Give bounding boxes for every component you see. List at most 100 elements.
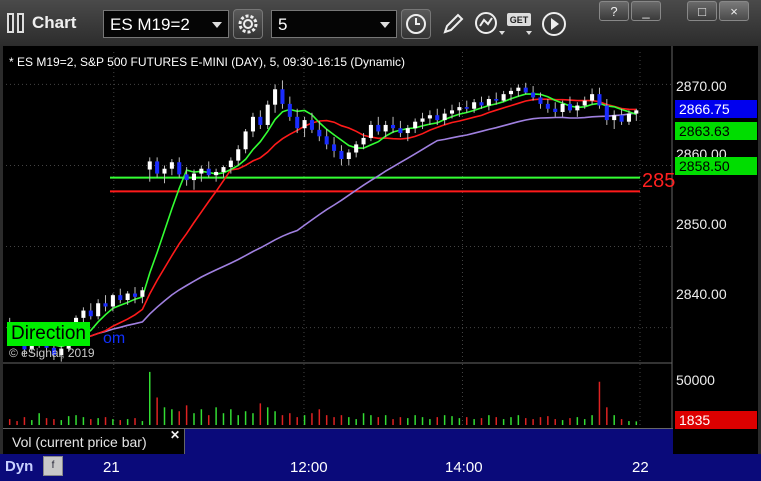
candle (368, 124, 373, 138)
x-tick-label: 12:00 (290, 459, 328, 476)
candle (243, 131, 248, 150)
candle (612, 115, 617, 121)
candle (560, 103, 565, 112)
candle (523, 87, 528, 93)
candle (324, 136, 329, 145)
candle (140, 290, 145, 297)
candle (486, 99, 491, 106)
candle (354, 144, 359, 153)
function-icon[interactable]: f (43, 456, 63, 476)
candle (110, 295, 115, 307)
candle (590, 94, 595, 101)
study-bar (185, 428, 673, 455)
candle (295, 116, 300, 129)
dyn-label[interactable]: Dyn (5, 458, 33, 475)
candle (346, 152, 351, 159)
x-tick-label: 21 (103, 459, 120, 476)
candle (398, 128, 403, 134)
candle (501, 94, 506, 101)
volume-current-label: 1835 (675, 411, 757, 429)
candle (567, 103, 572, 111)
candle (634, 110, 639, 114)
copyright-text: © eSignal, 2019 (9, 346, 95, 360)
overlay-link[interactable]: om (103, 330, 125, 348)
direction-label: Direction (7, 322, 90, 346)
candle (457, 107, 462, 111)
candle (169, 162, 174, 169)
candle (383, 124, 388, 132)
close-icon[interactable]: ✕ (170, 428, 180, 442)
candle (273, 89, 278, 105)
candle (472, 102, 477, 109)
candle (604, 105, 609, 121)
red-moving-average (9, 98, 637, 345)
candle (221, 167, 226, 172)
candle (287, 103, 292, 117)
candle (405, 128, 410, 134)
candle (376, 124, 381, 132)
candle (236, 149, 241, 161)
y-tick-label: 2870.00 (676, 78, 727, 94)
candle (427, 115, 432, 119)
candle (442, 113, 447, 121)
candle (413, 121, 418, 129)
x-tick-label: 14:00 (445, 459, 483, 476)
candle (449, 110, 455, 114)
green-moving-average (9, 93, 637, 348)
candle (228, 160, 233, 168)
candle (361, 137, 366, 145)
ma-price-label: 2863.63 (675, 122, 757, 140)
purple-moving-average (9, 112, 637, 345)
candle (531, 92, 536, 98)
candle (103, 303, 108, 307)
candle (619, 115, 624, 122)
candle (332, 144, 337, 151)
candle (309, 120, 314, 130)
candle (250, 116, 255, 132)
study-label[interactable]: Vol (current price bar) (3, 428, 185, 454)
volume-tick-label: 50000 (676, 372, 715, 388)
chart-info: * ES M19=2, S&P 500 FUTURES E-MINI (DAY)… (9, 55, 406, 69)
candle (317, 129, 322, 137)
candle (626, 113, 631, 122)
candle (575, 105, 580, 111)
candle (516, 87, 521, 91)
candle (339, 150, 344, 159)
candle (155, 161, 160, 174)
candle (435, 115, 440, 121)
candle (391, 124, 396, 129)
candle (96, 303, 101, 317)
candle (538, 97, 543, 104)
x-tick-label: 22 (632, 459, 649, 476)
candle (132, 293, 138, 297)
candle (191, 173, 197, 181)
candle (508, 90, 514, 95)
candle (81, 310, 86, 318)
candle (162, 168, 167, 174)
candle (420, 118, 425, 122)
candle (597, 94, 602, 106)
candle (265, 104, 270, 125)
candle (147, 161, 152, 170)
candle (479, 102, 484, 106)
candle (214, 171, 219, 176)
candle (494, 99, 499, 101)
candle (280, 89, 285, 104)
level-green-label: 2858.50 (675, 157, 757, 175)
y-tick-label: 2840.00 (676, 286, 727, 302)
candle (125, 293, 130, 301)
candle (177, 162, 182, 175)
chart-canvas[interactable] (0, 0, 761, 481)
candle (302, 120, 307, 129)
candle (199, 168, 204, 174)
y-tick-label: 2850.00 (676, 216, 727, 232)
candle (118, 295, 123, 301)
candle (184, 174, 189, 181)
candle (88, 310, 93, 317)
candle (582, 100, 587, 106)
candle (553, 108, 558, 112)
candle (464, 107, 469, 109)
candle (206, 168, 211, 176)
level-red-label: 285 (642, 170, 676, 192)
last-price-label: 2866.75 (675, 100, 757, 118)
